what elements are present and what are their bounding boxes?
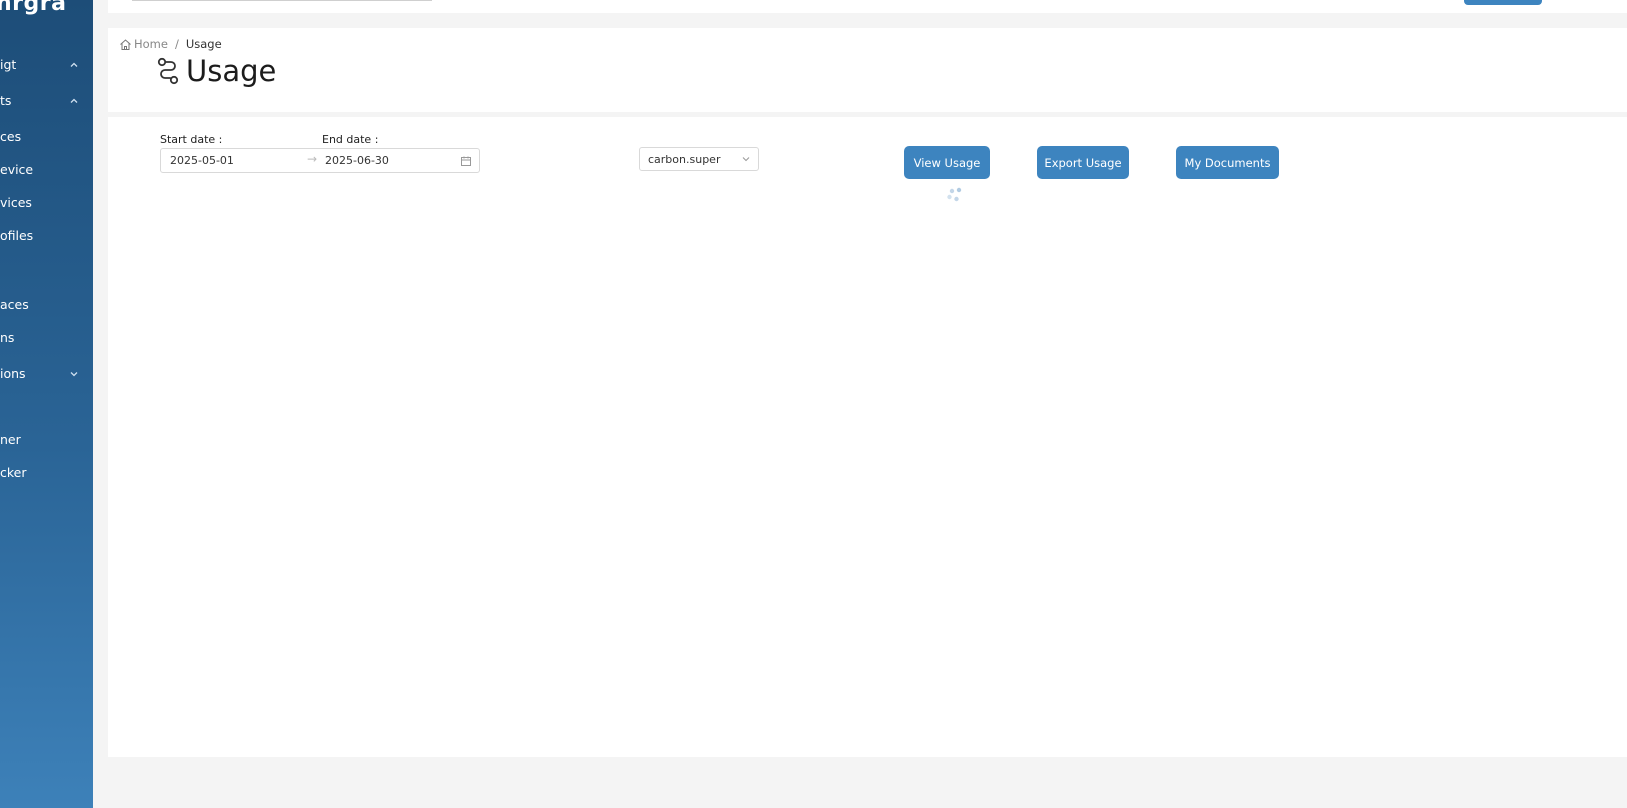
- top-bar-button[interactable]: [1464, 0, 1542, 5]
- sidebar-item-label: ts: [0, 93, 12, 108]
- sidebar-item-cker[interactable]: cker: [0, 460, 93, 486]
- sidebar-item-aces[interactable]: aces: [0, 292, 93, 318]
- breadcrumb: Home / Usage: [119, 37, 222, 51]
- sidebar-item-evice[interactable]: evice: [0, 157, 93, 183]
- sidebar: nrgra igt ts ces evice vices ofiles aces…: [0, 0, 93, 808]
- sidebar-item-label: ces: [0, 129, 22, 144]
- view-usage-button[interactable]: View Usage: [904, 146, 990, 179]
- chevron-up-icon: [68, 52, 80, 78]
- export-usage-button[interactable]: Export Usage: [1037, 146, 1129, 179]
- route-icon: [155, 56, 181, 86]
- page-title-wrap: Usage: [155, 54, 276, 88]
- sidebar-item-label: ions: [0, 366, 26, 381]
- sidebar-item-vices[interactable]: vices: [0, 190, 93, 216]
- usage-panel: Start date : End date : 2025-05-01 → 202…: [108, 117, 1627, 757]
- home-icon[interactable]: [119, 38, 132, 51]
- chevron-down-icon: [740, 153, 752, 165]
- page-title: Usage: [186, 54, 277, 88]
- start-date-input[interactable]: 2025-05-01: [170, 154, 234, 167]
- start-date-label: Start date :: [160, 133, 223, 146]
- chevron-up-icon: [68, 88, 80, 114]
- breadcrumb-current: Usage: [185, 37, 222, 51]
- top-bar: [108, 0, 1627, 13]
- sidebar-item-label: evice: [0, 162, 34, 177]
- sidebar-item-label: ner: [0, 432, 21, 447]
- breadcrumb-separator: /: [174, 37, 179, 51]
- sidebar-item-label: vices: [0, 195, 32, 210]
- sidebar-item-ner[interactable]: ner: [0, 427, 93, 453]
- loading-spinner-icon: [947, 187, 962, 202]
- sidebar-item-label: igt: [0, 57, 17, 72]
- page-header: Home / Usage Usage: [108, 28, 1627, 112]
- sidebar-item-mgt[interactable]: igt: [0, 52, 93, 78]
- tenant-select-value: carbon.super: [648, 153, 721, 166]
- end-date-input[interactable]: 2025-06-30: [325, 154, 389, 167]
- range-arrow-icon: →: [307, 152, 318, 166]
- sidebar-item-ofiles[interactable]: ofiles: [0, 223, 93, 249]
- sidebar-item-label: ofiles: [0, 228, 34, 243]
- sidebar-item-label: aces: [0, 297, 29, 312]
- top-search-input[interactable]: [132, 0, 432, 1]
- chevron-down-icon: [68, 361, 80, 387]
- date-range-picker[interactable]: 2025-05-01 → 2025-06-30: [160, 148, 480, 173]
- sidebar-item-label: cker: [0, 465, 27, 480]
- my-documents-button[interactable]: My Documents: [1176, 146, 1279, 179]
- sidebar-item-ces[interactable]: ces: [0, 124, 93, 150]
- end-date-label: End date :: [322, 133, 379, 146]
- calendar-icon[interactable]: [460, 155, 472, 167]
- sidebar-item-label: ns: [0, 330, 15, 345]
- breadcrumb-home-link[interactable]: Home: [134, 37, 168, 51]
- sidebar-item-ions[interactable]: ions: [0, 361, 93, 387]
- tenant-select[interactable]: carbon.super: [639, 147, 759, 171]
- sidebar-item-ts[interactable]: ts: [0, 88, 93, 114]
- brand-logo: nrgra: [0, 0, 67, 16]
- sidebar-item-ns[interactable]: ns: [0, 325, 93, 351]
